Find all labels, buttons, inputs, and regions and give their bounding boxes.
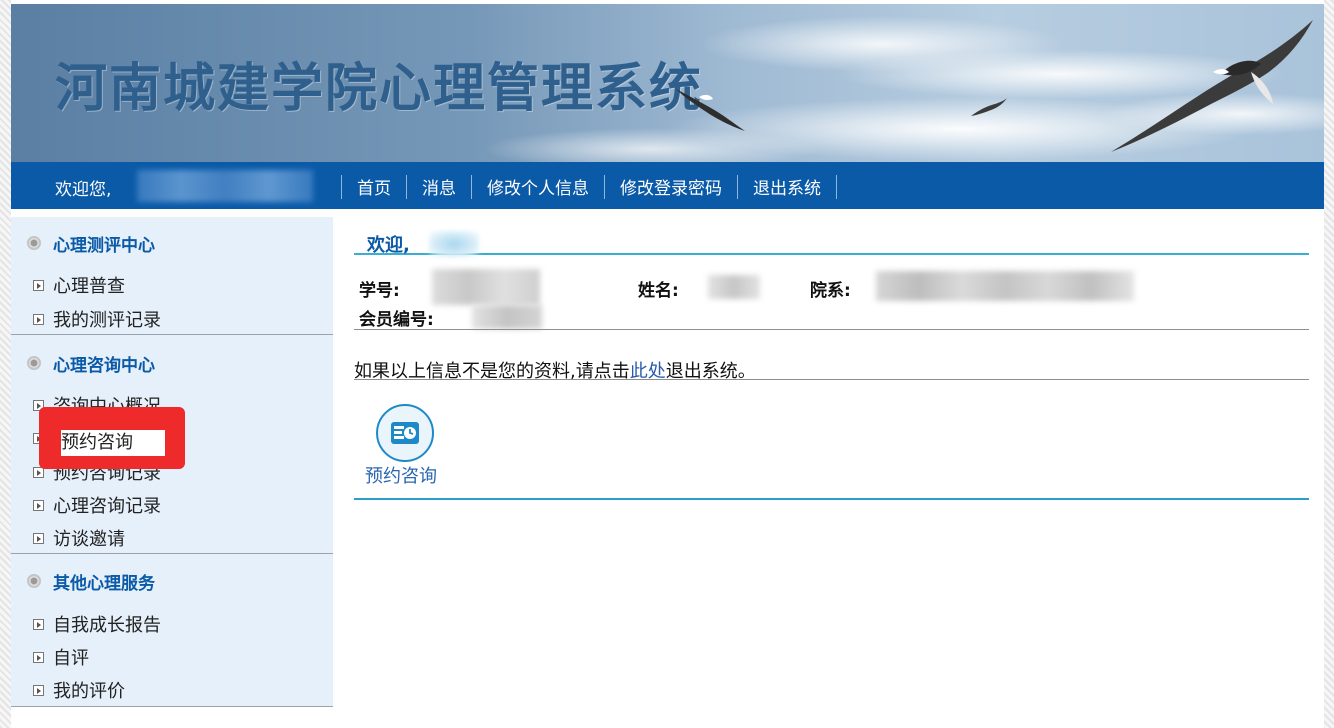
section-bullet-icon: [27, 356, 41, 370]
section-bullet-icon: [27, 236, 41, 250]
sidebar-item-label: 自评: [53, 648, 89, 669]
nav-edit-profile[interactable]: 修改个人信息: [472, 174, 604, 199]
sidebar-item-label: 心理咨询记录: [53, 496, 161, 517]
play-bullet-icon: [33, 618, 44, 630]
info-divider: [354, 329, 1309, 330]
section-title: 其他心理服务: [53, 573, 155, 594]
section-title: 心理测评中心: [53, 235, 155, 256]
student-id-redacted: [432, 269, 540, 305]
sidebar-item-psych-survey[interactable]: 心理普查: [33, 270, 125, 300]
sidebar-item-self-eval[interactable]: 自评: [33, 642, 89, 672]
sidebar-section-other-services[interactable]: 其他心理服务: [11, 561, 333, 601]
section-bullet-icon: [27, 574, 41, 588]
sidebar-section-assessment[interactable]: 心理测评中心: [11, 223, 333, 263]
member-id-label: 会员编号:: [359, 310, 434, 330]
sidebar-item-book-counseling[interactable]: 预约咨询: [61, 430, 165, 456]
eagle-image-large: [1111, 20, 1313, 152]
system-title: 河南城建学院心理管理系统: [55, 59, 704, 119]
play-bullet-icon: [33, 651, 44, 663]
sidebar-item-label: 我的测评记录: [53, 310, 161, 331]
sidebar-item-growth-report[interactable]: 自我成长报告: [33, 609, 161, 639]
appointment-icon[interactable]: [376, 404, 434, 462]
sidebar-item-my-reviews[interactable]: 我的评价: [33, 675, 125, 705]
welcome-name-redacted: [429, 231, 479, 257]
play-bullet-icon: [33, 684, 44, 696]
welcome-text: 欢迎,: [367, 235, 410, 256]
sidebar-item-label: 访谈邀请: [53, 529, 125, 550]
sidebar-divider: [11, 706, 333, 707]
content-bottom-rule: [354, 498, 1309, 500]
appointment-link[interactable]: 预约咨询: [365, 462, 437, 488]
nav-menu: 首页 消息 修改个人信息 修改登录密码 退出系统: [341, 174, 837, 199]
sidebar-item-my-assessments[interactable]: 我的测评记录: [33, 304, 161, 334]
nav-logout[interactable]: 退出系统: [738, 174, 836, 199]
sidebar: 心理测评中心 心理普查 我的测评记录 心理咨询中心 咨询中心概况 预约咨询记录: [11, 217, 333, 707]
sidebar-item-label: 自我成长报告: [53, 615, 161, 636]
department-label: 院系:: [810, 281, 851, 301]
eagle-image-small: [676, 89, 745, 131]
top-navbar: 欢迎您, 首页 消息 修改个人信息 修改登录密码 退出系统: [11, 162, 1324, 209]
name-redacted: [708, 275, 760, 299]
calendar-clock-icon: [391, 422, 419, 444]
sidebar-item-counseling-records[interactable]: 心理咨询记录: [33, 490, 161, 520]
sidebar-divider: [11, 334, 333, 335]
username-redacted: [137, 170, 313, 202]
member-id-redacted: [472, 305, 542, 329]
app-frame: 河南城建学院心理管理系统 欢迎您, 首页 消息 修改个人信息 修改登录密码 退出…: [11, 0, 1324, 728]
notice-divider: [354, 379, 1309, 380]
sidebar-item-label: 心理普查: [53, 276, 125, 297]
header-banner: 河南城建学院心理管理系统: [11, 4, 1324, 162]
sidebar-section-counseling[interactable]: 心理咨询中心: [11, 343, 333, 383]
play-bullet-icon: [33, 279, 44, 291]
eagle-image-distant: [971, 98, 1007, 116]
play-bullet-icon: [33, 499, 44, 511]
nav-separator: [836, 174, 837, 199]
play-bullet-icon: [33, 313, 44, 325]
highlight-annotation: 预约咨询: [39, 407, 185, 469]
nav-home[interactable]: 首页: [342, 174, 406, 199]
name-label: 姓名:: [638, 281, 679, 301]
sidebar-divider: [11, 553, 333, 554]
welcome-label: 欢迎您,: [55, 180, 112, 200]
section-title: 心理咨询中心: [53, 355, 155, 376]
student-id-label: 学号:: [359, 281, 400, 301]
nav-change-password[interactable]: 修改登录密码: [605, 174, 737, 199]
play-bullet-icon: [33, 532, 44, 544]
department-redacted: [876, 271, 1134, 301]
sidebar-item-interview-invites[interactable]: 访谈邀请: [33, 523, 125, 553]
nav-messages[interactable]: 消息: [407, 174, 471, 199]
welcome-header: 欢迎,: [354, 231, 1309, 257]
sidebar-item-label: 我的评价: [53, 681, 125, 702]
